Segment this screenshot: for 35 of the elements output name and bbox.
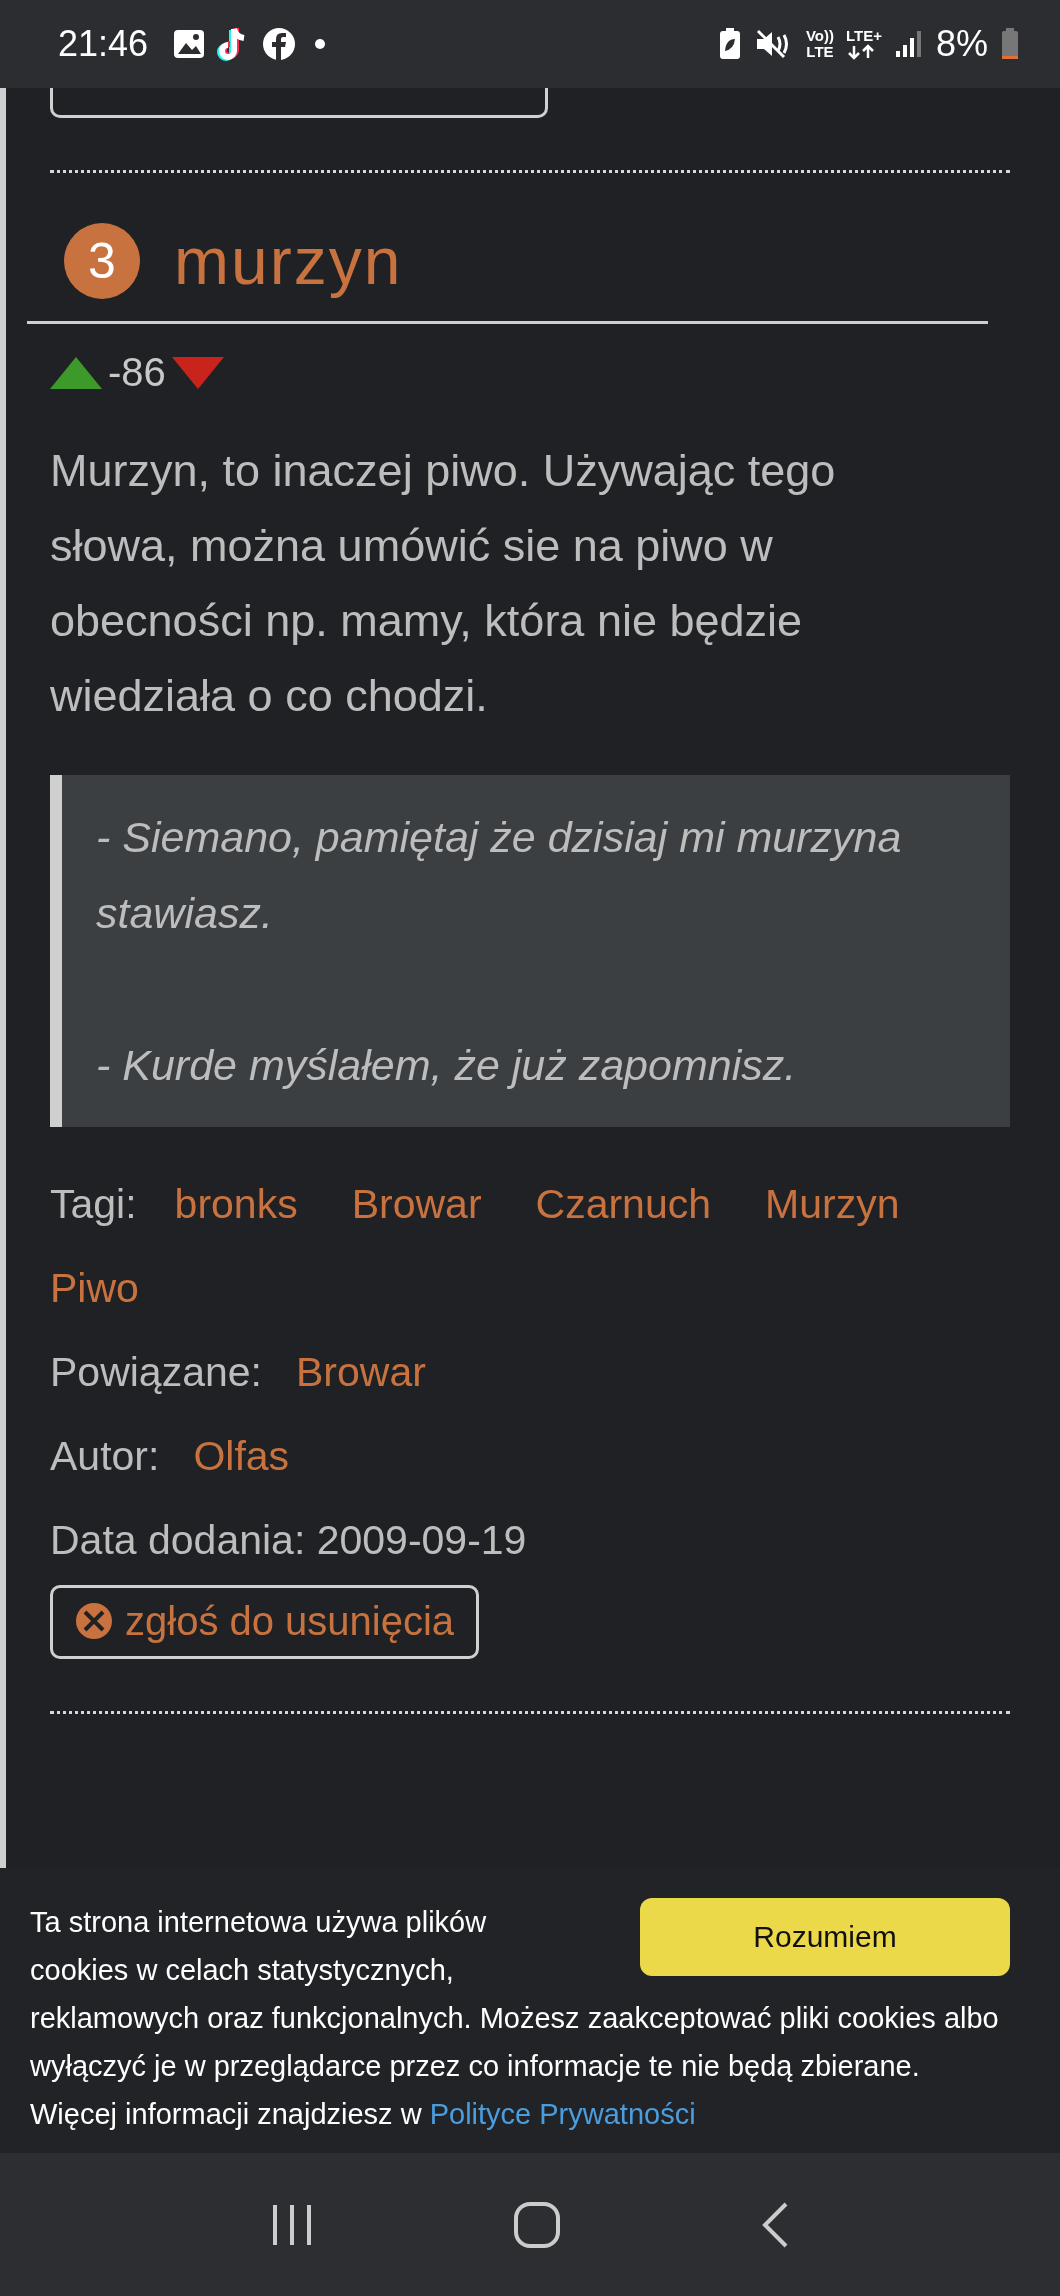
home-icon[interactable] <box>513 2200 561 2249</box>
entry-title: murzyn <box>174 223 403 299</box>
battery-icon <box>1000 27 1020 61</box>
volte-label: Vo)) <box>805 28 834 44</box>
tag-link[interactable]: Piwo <box>50 1255 139 1321</box>
related-label: Powiązane: <box>50 1348 262 1397</box>
close-icon <box>75 1602 113 1640</box>
vote-score: -86 <box>108 350 166 395</box>
cookie-text: reklamowych oraz funkcjonalnych. Możesz zaakceptować pliki cookies albo wyłączyć je w przeglądarce przez co informacje te nie będą zbierane. Więcej informacji znajdziesz w Polityce Prywatności <box>30 2001 1000 2132</box>
battery-saver-icon <box>717 27 742 61</box>
author-link[interactable]: Olfas <box>193 1423 290 1489</box>
tag-link[interactable]: Browar <box>351 1171 482 1237</box>
tag-link[interactable]: Czarnuch <box>535 1171 712 1237</box>
downvote-icon[interactable] <box>171 354 224 391</box>
entry-number: 3 <box>64 223 140 299</box>
data-arrows-icon <box>846 44 876 60</box>
tags-label: Tagi: <box>50 1180 137 1229</box>
privacy-link[interactable]: Polityce Prywatności <box>429 2098 696 2130</box>
definition-text: Murzyn, to inaczej piwo. Używając tego słowa, można umówić sie na piwo w obecności np. mamy, która nie będzie wiedziała o co chodzi. <box>50 444 837 723</box>
battery-percent: 8% <box>935 23 988 65</box>
image-icon <box>172 27 207 61</box>
tag-link[interactable]: Murzyn <box>765 1171 900 1237</box>
date-added: Data dodania: 2009-09-19 <box>50 1516 528 1565</box>
accept-button[interactable]: Rozumiem <box>640 1898 1010 1976</box>
network-label: LTE+ <box>846 28 882 44</box>
facebook-icon <box>262 27 297 61</box>
quote-line: - Kurde myślałem, że już zapomnisz. <box>96 1040 798 1091</box>
author-label: Autor: <box>50 1432 160 1481</box>
quote-line: - Siemano, pamiętaj że dzisiaj mi murzyna stawiasz. <box>96 812 903 939</box>
network-type-label: LTE <box>805 44 834 60</box>
related-link[interactable]: Browar <box>295 1339 426 1405</box>
clock-time: 21:46 <box>58 23 149 65</box>
signal-icon <box>893 29 924 59</box>
report-button[interactable]: zgłoś do usunięcia <box>50 1585 480 1659</box>
tag-link[interactable]: bronks <box>174 1171 298 1237</box>
